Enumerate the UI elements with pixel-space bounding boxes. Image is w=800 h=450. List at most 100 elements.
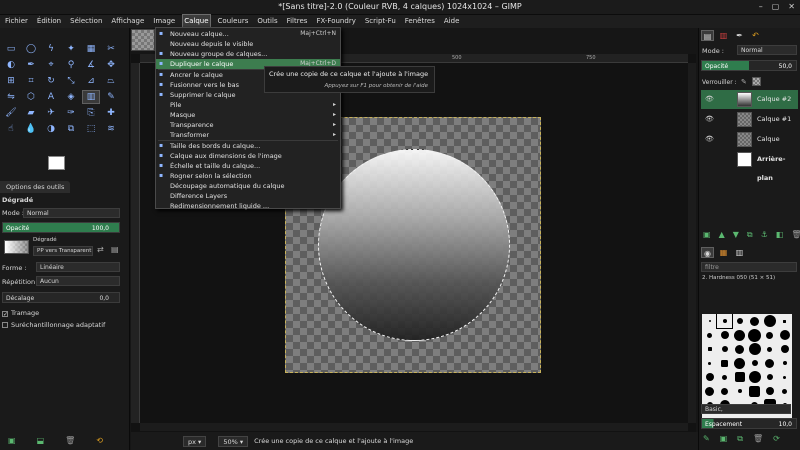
foreground-select-icon[interactable]: ◐ (2, 58, 20, 72)
layer-menu-item-7[interactable]: Pile ▸ (156, 100, 340, 110)
layer-menu-item-8[interactable]: Masque ▸ (156, 110, 340, 120)
unified-transform-icon[interactable]: ⬚ (82, 122, 100, 136)
brush-item[interactable] (717, 356, 732, 370)
cage-icon[interactable]: ⬡ (22, 90, 40, 104)
text-icon[interactable]: A (42, 90, 60, 104)
heal-icon[interactable]: ✚ (102, 106, 120, 120)
brush-item[interactable] (747, 356, 762, 370)
layer-row[interactable]: 👁 Calque #1 (701, 110, 798, 129)
menu-0[interactable]: Fichier (4, 15, 29, 28)
layer-menu-item-15[interactable]: Découpage automatique du calque (156, 181, 340, 191)
brush-item[interactable] (777, 384, 792, 398)
edit-brush-icon[interactable]: ✎ (703, 434, 710, 444)
mask-icon[interactable]: ◧ (776, 230, 784, 240)
dodge-burn-icon[interactable]: ◑ (42, 122, 60, 136)
brush-item[interactable] (777, 342, 792, 356)
menu-12[interactable]: Aide (443, 15, 460, 28)
layer-row[interactable]: 👁 Calque (701, 130, 798, 149)
visibility-eye-icon[interactable]: 👁 (705, 130, 714, 149)
shape-combo[interactable]: Linéaire (36, 262, 120, 272)
gradient-icon[interactable]: ▥ (82, 90, 100, 104)
flip-icon[interactable]: ⇋ (2, 90, 20, 104)
brush-category-combo[interactable]: Basic, (701, 404, 791, 414)
reset-options-icon[interactable]: ⟲ (96, 436, 103, 445)
brush-item[interactable] (777, 356, 792, 370)
new-brush-icon[interactable]: ▣ (720, 434, 728, 444)
layer-menu-item-12[interactable]: ▪ Calque aux dimensions de l'image (156, 151, 340, 161)
brush-item[interactable] (747, 342, 762, 356)
anchor-layer-icon[interactable]: ⚓ (761, 230, 768, 240)
layer-menu-item-0[interactable]: ▪ Nouveau calque... Maj+Ctrl+N (156, 29, 340, 39)
brushes-tab-icon[interactable]: ◉ (701, 247, 714, 258)
align-icon[interactable]: ⊞ (2, 74, 20, 88)
delete-layer-icon[interactable]: 🗑 (791, 230, 800, 240)
brush-item[interactable] (777, 314, 792, 328)
brush-item[interactable] (777, 328, 792, 342)
horizontal-scrollbar[interactable] (140, 423, 688, 431)
brush-item[interactable] (747, 370, 762, 384)
unit-combo[interactable]: px ▾ (183, 435, 207, 447)
refresh-brushes-icon[interactable]: ⟳ (773, 434, 780, 444)
smudge-icon[interactable]: ☝ (2, 122, 20, 136)
new-layer-icon[interactable]: ▣ (703, 230, 711, 240)
free-select-icon[interactable]: ϟ (42, 42, 60, 56)
brush-item[interactable] (747, 384, 762, 398)
crop-tool-icon[interactable]: ⌗ (22, 74, 40, 88)
tab-tool-options[interactable]: Options des outils (0, 181, 70, 193)
brush-item[interactable] (717, 384, 732, 398)
visibility-eye-icon[interactable]: 👁 (705, 90, 714, 109)
rect-select-icon[interactable]: ▭ (2, 42, 20, 56)
lower-layer-icon[interactable]: ▼ (733, 230, 739, 240)
pencil-icon[interactable]: ✎ (102, 90, 120, 104)
layer-menu-item-2[interactable]: ▪ Nouveau groupe de calques... (156, 49, 340, 59)
duplicate-layer-icon[interactable]: ⧉ (747, 230, 753, 240)
lock-pixels-icon[interactable]: ✎ (741, 78, 747, 86)
layer-opacity-slider[interactable]: Opacité 50,0 (701, 60, 797, 71)
rotate-icon[interactable]: ↻ (42, 74, 60, 88)
bucket-fill-icon[interactable]: ◈ (62, 90, 80, 104)
fuzzy-select-icon[interactable]: ✦ (62, 42, 80, 56)
patterns-tab-icon[interactable]: ▦ (717, 247, 730, 258)
brush-item[interactable] (716, 314, 733, 329)
brush-item[interactable] (747, 314, 762, 328)
blur-icon[interactable]: 💧 (22, 122, 40, 136)
channels-tab-icon[interactable]: ▥ (717, 30, 730, 41)
mode-combo[interactable]: Normal (23, 208, 120, 218)
delete-brush-icon[interactable]: 🗑 (753, 434, 763, 444)
brush-item[interactable] (747, 328, 762, 342)
brush-item[interactable] (732, 370, 747, 384)
layer-row[interactable]: 👁 Calque #2 (701, 90, 798, 109)
ellipse-select-icon[interactable]: ◯ (22, 42, 40, 56)
layer-menu-item-9[interactable]: Transparence ▸ (156, 120, 340, 130)
airbrush-icon[interactable]: ✈ (42, 106, 60, 120)
gradient-combo[interactable]: PP vers Transparent (33, 246, 93, 256)
color-swatches[interactable] (48, 156, 76, 178)
brush-item[interactable] (717, 370, 732, 384)
brush-item[interactable] (732, 356, 747, 370)
layer-menu-item-10[interactable]: Transformer ▸ (156, 130, 340, 140)
perspective-icon[interactable]: ⏢ (102, 74, 120, 88)
layer-menu-item-11[interactable]: ▪ Taille des bords du calque... (156, 141, 340, 151)
layer-menu-item-13[interactable]: ▪ Échelle et taille du calque... (156, 161, 340, 171)
layer-row[interactable]: Arrière-plan (701, 150, 798, 182)
shear-icon[interactable]: ⊿ (82, 74, 100, 88)
maximize-button[interactable]: ▢ (772, 2, 780, 11)
zoom-combo[interactable]: 50% ▾ (218, 435, 249, 447)
gradient-preview[interactable] (4, 240, 29, 254)
warp-icon[interactable]: ≋ (102, 122, 120, 136)
brush-item[interactable] (717, 342, 732, 356)
paths-icon[interactable]: ✒ (22, 58, 40, 72)
move-icon[interactable]: ✥ (102, 58, 120, 72)
adaptive-checkbox[interactable] (2, 322, 8, 328)
layers-tab-icon[interactable]: ▤ (701, 30, 714, 41)
image-tab-thumbnail[interactable] (131, 29, 155, 51)
measure-icon[interactable]: ∡ (82, 58, 100, 72)
dither-option[interactable]: ✓ Tramage (2, 309, 39, 318)
close-button[interactable]: ✕ (788, 2, 795, 11)
brush-item[interactable] (732, 384, 747, 398)
reverse-icon[interactable]: ⇄ (97, 245, 104, 254)
brush-item[interactable] (702, 314, 717, 328)
brush-item[interactable] (732, 328, 747, 342)
scissors-icon[interactable]: ✂ (102, 42, 120, 56)
scale-icon[interactable]: ⤡ (62, 74, 80, 88)
